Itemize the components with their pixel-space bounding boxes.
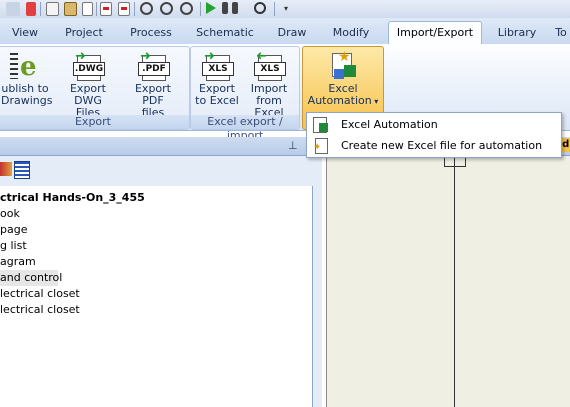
pdf-file-icon: ➜ .PDF — [138, 50, 170, 81]
run-icon[interactable] — [206, 2, 216, 14]
export-group-caption: Export — [0, 115, 189, 129]
publish-to-drawings-button[interactable]: e ublish to Drawings — [1, 51, 53, 107]
next-page-icon[interactable] — [118, 2, 130, 16]
paste-icon[interactable] — [64, 2, 77, 16]
toolbar-separator — [274, 2, 275, 16]
export-pdf-label-line1: Export PDF — [134, 82, 171, 107]
tree-item[interactable]: lectrical closet — [0, 286, 80, 302]
tree-item[interactable]: lectrical closet — [0, 302, 80, 318]
tab-project[interactable]: Project — [54, 23, 114, 43]
new-excel-file-icon: ✦ — [313, 138, 329, 154]
zoom-window-icon[interactable] — [140, 2, 153, 15]
zoom-icon[interactable] — [160, 2, 173, 15]
excel-automation-split[interactable]: ★ Excel Automation ▾ — [305, 50, 381, 108]
tree-root-project[interactable]: ctrical Hands-On_3_455 — [0, 190, 145, 206]
pdf-icon-text: .PDF — [138, 62, 170, 76]
tab-schematic[interactable]: Schematic — [188, 23, 262, 43]
pin-icon[interactable]: ⊥ — [288, 139, 298, 152]
person-icon[interactable] — [222, 2, 228, 14]
page-icon[interactable] — [82, 2, 93, 16]
excel-automation-label-line2: Automation ▾ — [305, 95, 381, 108]
excel-automation-icon — [313, 117, 329, 133]
project-tree: ctrical Hands-On_3_455 ook page g list a… — [0, 186, 313, 407]
import-from-excel-button[interactable]: ➜ XLS Import from Excel — [241, 49, 297, 119]
xls-import-icon: ➜ XLS — [254, 49, 286, 81]
customize-toolbar-icon[interactable]: ▾ — [284, 2, 298, 16]
tab-modify[interactable]: Modify — [322, 23, 380, 43]
clock-icon[interactable] — [254, 2, 266, 14]
tree-item[interactable]: page — [0, 222, 27, 238]
excel-automation-menu: Excel Automation ✦ Create new Excel file… — [306, 112, 562, 158]
menu-item-label: Excel Automation — [341, 118, 438, 131]
excel-group-caption: Excel export / import — [191, 115, 299, 142]
menu-item-excel-automation[interactable]: Excel Automation — [307, 115, 561, 135]
quick-access-toolbar: ▾ — [0, 0, 570, 19]
export-group: e ublish to Drawings ➜ .DWG Export DWG F… — [0, 46, 190, 130]
dwg-icon-text: .DWG — [73, 62, 105, 76]
tree-item-selected[interactable]: and control — [0, 270, 62, 286]
export-to-excel-button[interactable]: ➜ XLS Export to Excel — [193, 50, 241, 107]
cut-icon[interactable] — [26, 2, 36, 16]
excel-automation-icon: ★ — [328, 50, 358, 81]
publish-icon: e — [10, 51, 40, 81]
tree-item[interactable]: agram — [0, 254, 36, 270]
menu-item-label: Create new Excel file for automation — [341, 139, 543, 152]
toolbar-separator — [200, 2, 201, 16]
tab-view[interactable]: View — [2, 23, 48, 43]
export-xls-icon-text: XLS — [202, 62, 234, 76]
publish-label-line2: Drawings — [1, 94, 53, 107]
ribbon-tabs: View Project Process Schematic Draw Modi… — [0, 18, 570, 45]
tree-item[interactable]: g list — [0, 238, 27, 254]
project-toolbar-icon[interactable] — [0, 162, 12, 176]
import-xls-icon-text: XLS — [254, 62, 286, 76]
menu-item-create-new-excel-file[interactable]: ✦ Create new Excel file for automation — [307, 136, 561, 156]
zoom-fit-icon[interactable] — [180, 2, 193, 15]
toolbar-separator — [40, 2, 41, 16]
xls-export-icon: ➜ XLS — [202, 50, 234, 81]
tab-import-export[interactable]: Import/Export — [388, 21, 482, 45]
drawing-canvas[interactable] — [326, 156, 570, 407]
grid-view-icon[interactable] — [14, 161, 30, 179]
excel-automation-label-text: Automation — [307, 94, 372, 107]
export-to-excel-label-line2: to Excel — [195, 94, 239, 107]
dropdown-arrow-icon[interactable]: ▾ — [372, 97, 378, 106]
excel-export-import-group: ➜ XLS Export to Excel ➜ XLS Import from … — [190, 46, 300, 142]
previous-page-icon[interactable] — [100, 2, 112, 16]
tree-item[interactable]: ook — [0, 206, 20, 222]
export-dwg-label-line1: Export DWG — [69, 82, 106, 107]
dwg-file-icon: ➜ .DWG — [73, 50, 105, 81]
tab-process[interactable]: Process — [122, 23, 180, 43]
export-dwg-button[interactable]: ➜ .DWG Export DWG Files — [55, 50, 121, 119]
canvas-divider-line — [454, 156, 455, 407]
export-pdf-button[interactable]: ➜ .PDF Export PDF files — [123, 50, 183, 119]
tab-draw[interactable]: Draw — [270, 23, 314, 43]
person-icon[interactable] — [232, 2, 238, 14]
toolbar-separator — [96, 2, 97, 16]
toolbar-icon[interactable] — [6, 2, 20, 16]
copy-icon[interactable] — [46, 2, 59, 16]
tab-library[interactable]: Library — [490, 23, 544, 43]
tab-tools[interactable]: To — [552, 23, 570, 43]
toolbar-separator — [134, 2, 135, 16]
